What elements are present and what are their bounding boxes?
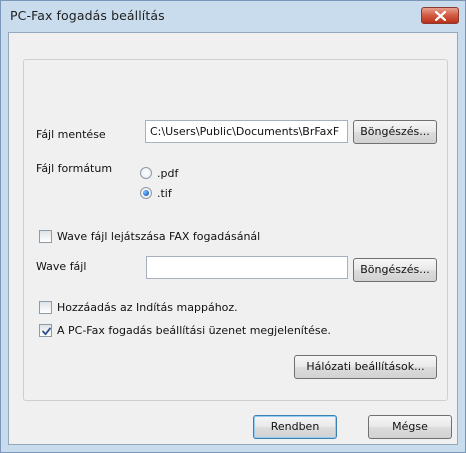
show-message-checkbox[interactable] <box>39 324 52 337</box>
show-message-label: A PC-Fax fogadás beállítási üzenet megje… <box>57 324 331 337</box>
dialog-title: PC-Fax fogadás beállítás <box>10 8 165 23</box>
close-icon <box>435 11 446 21</box>
format-pdf-label: .pdf <box>157 167 179 180</box>
startup-label: Hozzáadás az Indítás mappához. <box>57 301 238 314</box>
format-tif-label: .tif <box>157 187 172 200</box>
checkmark-icon <box>42 327 51 336</box>
wave-file-label: Wave fájl <box>36 260 87 273</box>
close-button[interactable] <box>421 7 459 24</box>
format-tif-radio[interactable] <box>140 187 152 199</box>
wave-playback-checkbox[interactable] <box>39 230 52 243</box>
dialog-client-area: Fájl mentése C:\Users\Public\Documents\B… <box>8 32 458 445</box>
ok-button[interactable]: Rendben <box>253 415 337 439</box>
network-settings-button[interactable]: Hálózati beállítások... <box>294 355 437 379</box>
wave-file-browse-button[interactable]: Böngészés... <box>353 258 437 282</box>
save-file-browse-button[interactable]: Böngészés... <box>353 120 437 144</box>
wave-file-path-field[interactable] <box>146 256 348 279</box>
wave-playback-label: Wave fájl lejátszása FAX fogadásánál <box>57 230 261 243</box>
radio-selected-dot <box>143 190 149 196</box>
cancel-button[interactable]: Mégse <box>368 415 452 439</box>
startup-checkbox[interactable] <box>39 301 52 314</box>
dialog-window: PC-Fax fogadás beállítás Fájl mentése C:… <box>0 0 466 453</box>
file-format-label: Fájl formátum <box>36 162 113 175</box>
save-file-path-field[interactable]: C:\Users\Public\Documents\BrFaxF <box>145 120 348 143</box>
format-pdf-radio[interactable] <box>140 167 152 179</box>
title-bar[interactable]: PC-Fax fogadás beállítás <box>1 1 465 31</box>
save-file-label: Fájl mentése <box>36 128 106 141</box>
